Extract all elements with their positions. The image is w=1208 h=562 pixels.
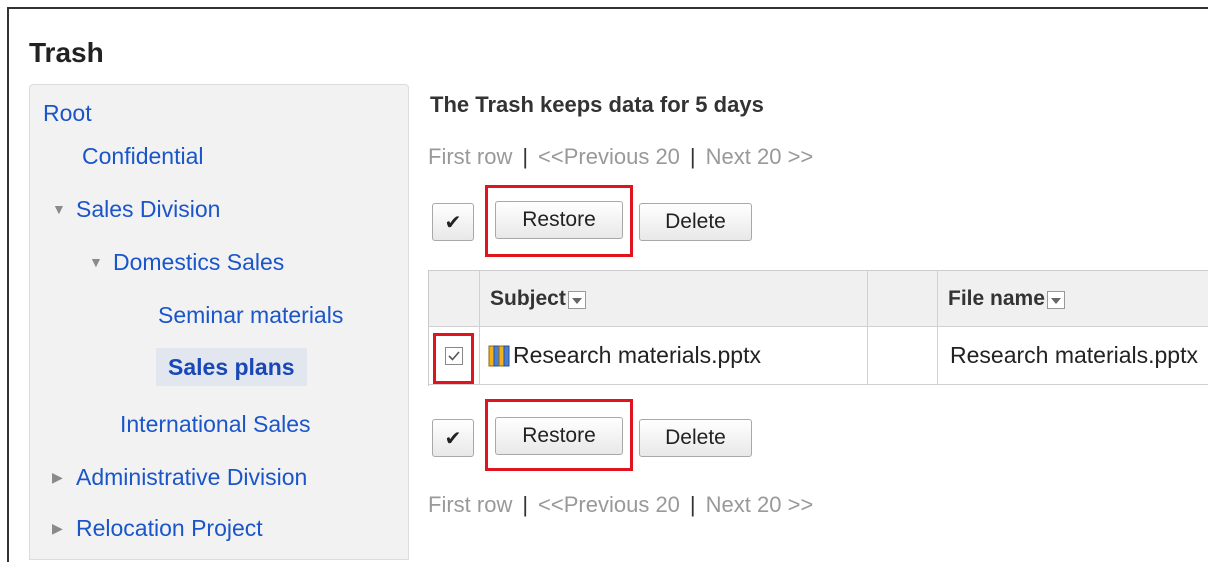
file-icon	[488, 344, 510, 368]
tree-item-domestics-sales[interactable]: ▼ Domestics Sales	[89, 247, 284, 279]
expanded-arrow-icon[interactable]: ▼	[52, 194, 76, 224]
column-header-blank	[868, 271, 938, 327]
check-all-button[interactable]: ✔	[432, 203, 474, 241]
tree-item-sales-plans[interactable]: Sales plans	[156, 348, 307, 386]
restore-highlight	[485, 185, 633, 257]
tree-item-relocation-project[interactable]: ▶ Relocation Project	[52, 513, 263, 545]
pager-separator: |	[522, 492, 529, 517]
tree-item-root[interactable]: Root	[43, 98, 92, 128]
tree-item-administrative-division[interactable]: ▶ Administrative Division	[52, 462, 307, 494]
checkbox-highlight	[433, 333, 474, 384]
tree-item-label: International Sales	[120, 411, 311, 437]
column-header-label: File name	[948, 286, 1045, 310]
first-row-link[interactable]: First row	[428, 492, 512, 517]
trash-table: Subject File name Research materials.ppt…	[428, 270, 1208, 386]
pager-separator: |	[522, 144, 529, 169]
pager-separator: |	[689, 144, 696, 169]
next-link[interactable]: Next 20 >>	[706, 492, 814, 517]
tree-item-label: Seminar materials	[158, 302, 344, 328]
tree-item-label: Sales plans	[168, 354, 295, 380]
tree-item-seminar-materials[interactable]: Seminar materials	[158, 300, 343, 330]
page-title: Trash	[29, 37, 104, 68]
sort-dropdown-icon[interactable]	[567, 290, 586, 309]
collapsed-arrow-icon[interactable]: ▶	[52, 462, 76, 492]
pager-separator: |	[689, 492, 696, 517]
column-header-label: Subject	[490, 286, 566, 310]
table-row-file-name: Research materials.pptx	[938, 327, 1208, 385]
tree-item-label: Relocation Project	[76, 515, 263, 541]
check-all-button[interactable]: ✔	[432, 419, 474, 457]
previous-link[interactable]: <<Previous 20	[538, 492, 680, 517]
column-header-file-name[interactable]: File name	[938, 271, 1208, 327]
tree-item-sales-division[interactable]: ▼ Sales Division	[52, 194, 220, 226]
delete-button[interactable]: Delete	[639, 203, 752, 241]
delete-button[interactable]: Delete	[639, 419, 752, 457]
tree-item-label: Administrative Division	[76, 464, 308, 490]
tree-item-label: Domestics Sales	[113, 249, 285, 275]
first-row-link[interactable]: First row	[428, 144, 512, 169]
subject-link[interactable]: Research materials.pptx	[513, 342, 761, 369]
restore-highlight	[485, 399, 633, 471]
sort-dropdown-icon[interactable]	[1046, 290, 1065, 309]
table-row-blank-cell	[868, 327, 938, 385]
collapsed-arrow-icon[interactable]: ▶	[52, 513, 76, 543]
tree-item-international-sales[interactable]: International Sales	[120, 409, 311, 439]
tree-item-label: Confidential	[82, 143, 204, 169]
column-header-subject[interactable]: Subject	[480, 271, 868, 327]
tree-item-label: Sales Division	[76, 196, 221, 222]
retention-notice: The Trash keeps data for 5 days	[430, 92, 764, 117]
checkbox-column-header	[429, 271, 480, 327]
tree-item-label: Root	[43, 100, 92, 126]
pager-bottom: First row | <<Previous 20 | Next 20 >>	[428, 490, 813, 520]
previous-link[interactable]: <<Previous 20	[538, 144, 680, 169]
tree-item-confidential[interactable]: Confidential	[82, 141, 203, 171]
expanded-arrow-icon[interactable]: ▼	[89, 247, 113, 277]
table-row-subject[interactable]: Research materials.pptx	[480, 327, 868, 385]
pager-top: First row | <<Previous 20 | Next 20 >>	[428, 142, 813, 172]
next-link[interactable]: Next 20 >>	[706, 144, 814, 169]
